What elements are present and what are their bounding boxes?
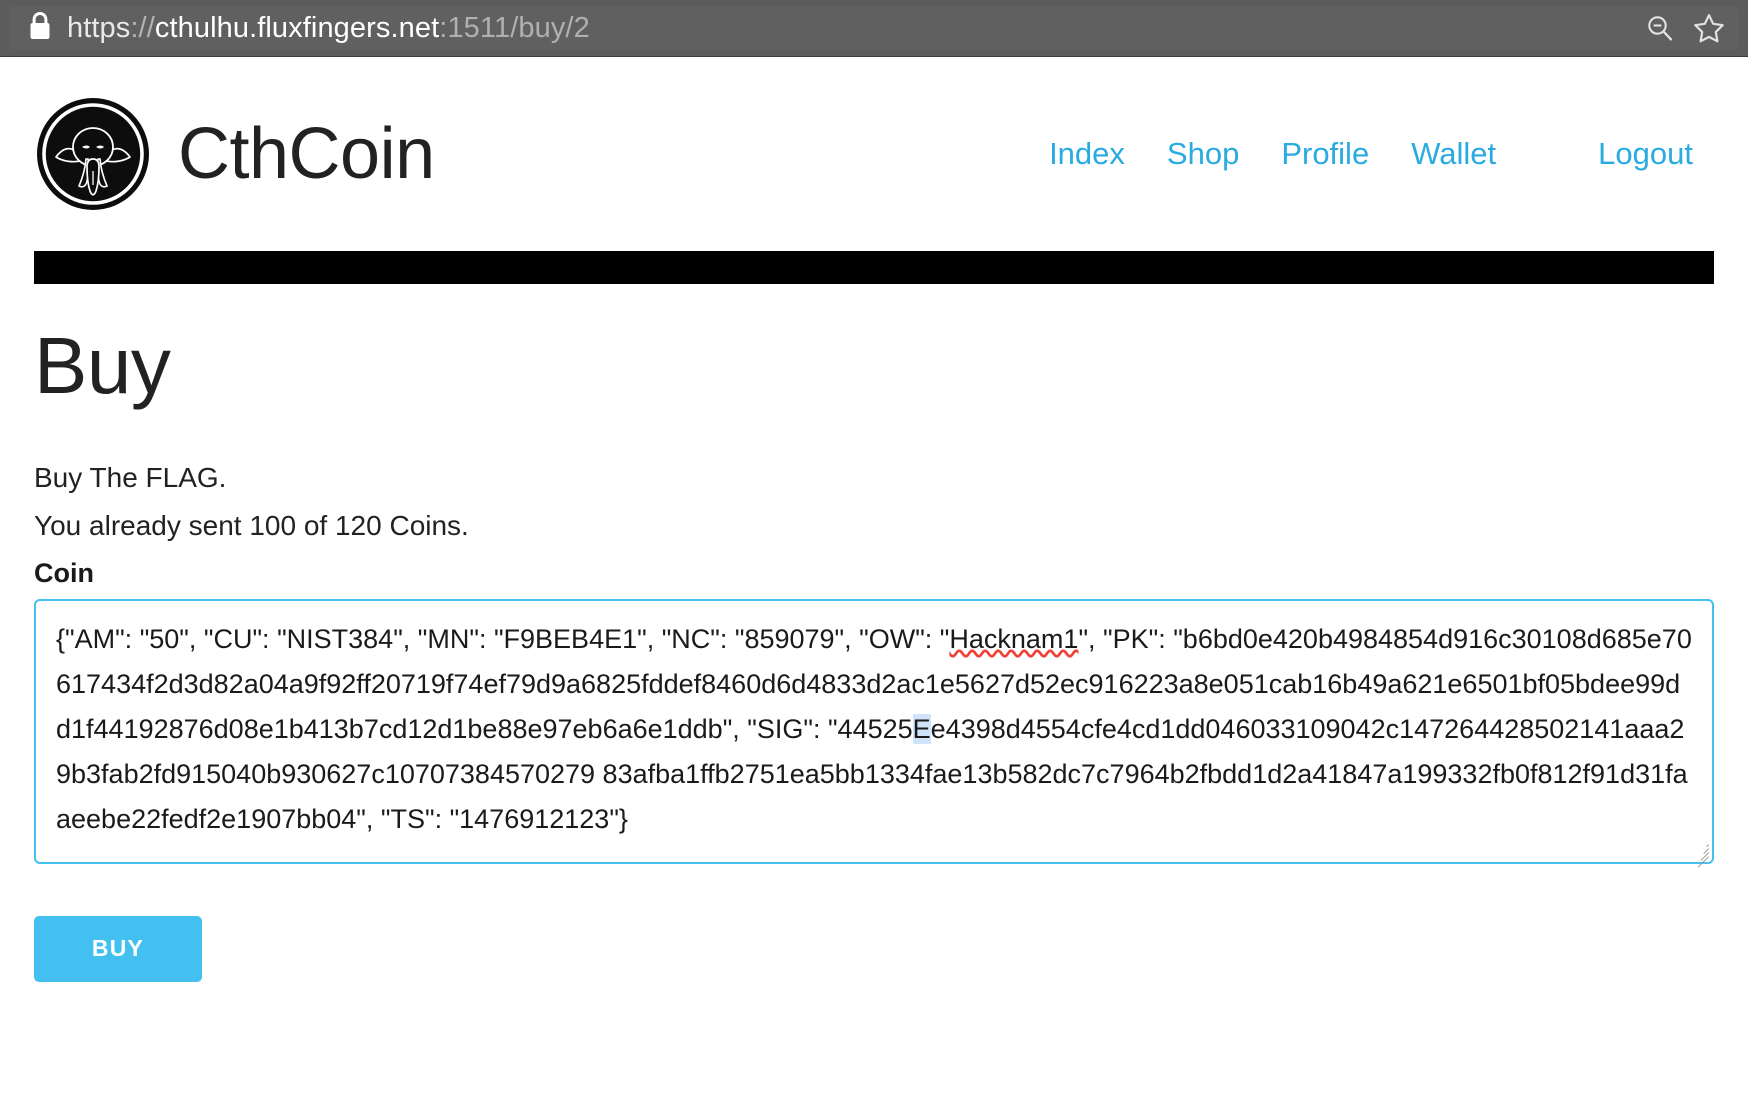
url-separator: :// bbox=[130, 11, 155, 44]
buy-description: Buy The FLAG. bbox=[34, 462, 227, 493]
coin-owner-value: Hacknam1 bbox=[949, 623, 1079, 654]
header-divider bbox=[34, 251, 1714, 284]
nav-wallet[interactable]: Wallet bbox=[1390, 136, 1517, 172]
nav-index[interactable]: Index bbox=[1028, 136, 1146, 172]
buy-status: You already sent 100 of 120 Coins. bbox=[34, 509, 469, 541]
nav-profile[interactable]: Profile bbox=[1260, 136, 1390, 172]
textarea-resize-handle[interactable] bbox=[1691, 841, 1709, 868]
omnibox-actions bbox=[1645, 13, 1725, 44]
nav-logout[interactable]: Logout bbox=[1577, 136, 1714, 172]
coin-field-label: Coin bbox=[34, 557, 94, 588]
page-body: CthCoin Index Shop Profile Wallet Logout… bbox=[0, 57, 1748, 982]
cthcoin-logo bbox=[34, 95, 152, 213]
main-content: Buy Buy The FLAG. You already sent 100 o… bbox=[34, 284, 1714, 982]
coin-text-content[interactable]: {"AM": "50", "CU": "NIST384", "MN": "F9B… bbox=[56, 617, 1694, 842]
zoom-out-icon[interactable] bbox=[1645, 13, 1675, 43]
browser-toolbar: https://cthulhu.fluxfingers.net:1511/buy… bbox=[0, 0, 1748, 57]
url-host: cthulhu.fluxfingers.net bbox=[154, 11, 440, 44]
address-bar[interactable]: https://cthulhu.fluxfingers.net:1511/buy… bbox=[9, 6, 1739, 50]
coin-selected-character: E bbox=[912, 713, 931, 744]
brand[interactable]: CthCoin bbox=[34, 95, 435, 213]
page-title: Buy bbox=[34, 321, 171, 410]
buy-button[interactable]: BUY bbox=[34, 915, 202, 982]
coin-input[interactable]: {"AM": "50", "CU": "NIST384", "MN": "F9B… bbox=[34, 598, 1714, 868]
coin-prefix: {"AM": "50", "CU": "NIST384", "MN": "F9B… bbox=[56, 623, 950, 654]
url-scheme: https bbox=[67, 11, 131, 44]
main-nav: Index Shop Profile Wallet Logout bbox=[1028, 136, 1714, 172]
url-text[interactable]: https://cthulhu.fluxfingers.net:1511/buy… bbox=[67, 12, 1645, 45]
brand-name: CthCoin bbox=[178, 114, 435, 194]
site-header: CthCoin Index Shop Profile Wallet Logout bbox=[34, 57, 1714, 229]
nav-shop[interactable]: Shop bbox=[1146, 136, 1260, 172]
url-path: :1511/buy/2 bbox=[439, 11, 590, 44]
bookmark-star-icon[interactable] bbox=[1693, 13, 1725, 44]
lock-icon bbox=[27, 11, 53, 46]
